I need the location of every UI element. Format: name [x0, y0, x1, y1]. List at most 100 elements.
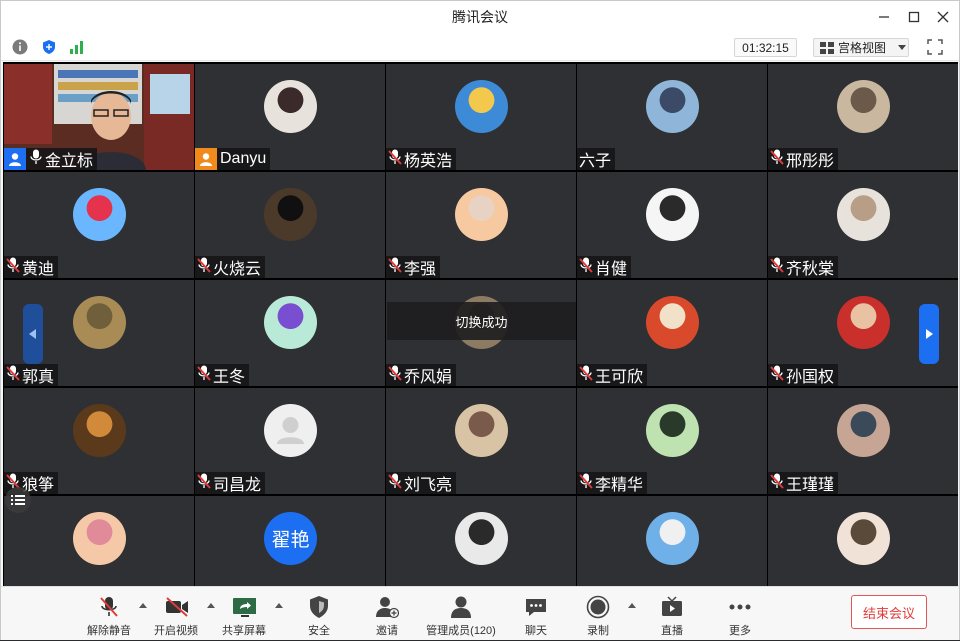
participant-tile[interactable]: 王瑾瑾	[768, 388, 958, 494]
next-page-button[interactable]	[919, 304, 939, 364]
participant-avatar	[837, 404, 890, 457]
participant-tile[interactable]: 王冬	[195, 280, 385, 386]
unmute-label: 解除静音	[87, 625, 131, 637]
participant-name-tag: 肖健	[577, 256, 632, 278]
participant-tile[interactable]	[768, 496, 958, 586]
participant-tile[interactable]: 李精华	[577, 388, 767, 494]
meeting-timer: 01:32:15	[734, 38, 797, 57]
window-title: 腾讯会议	[452, 9, 508, 25]
unmute-button[interactable]: 解除静音	[85, 587, 133, 641]
participant-name-tag: Danyu	[195, 148, 271, 170]
participant-tile[interactable]: 金立标	[4, 64, 194, 170]
cohost-badge-icon	[195, 148, 217, 170]
participant-avatar	[837, 512, 890, 565]
participant-avatar	[264, 296, 317, 349]
signal-strength-icon[interactable]	[69, 39, 85, 55]
manage-members-button[interactable]: 管理成员(120)	[423, 587, 499, 641]
participant-tile[interactable]: 火烧云	[195, 172, 385, 278]
participant-name: 六子	[579, 153, 612, 170]
participant-tile[interactable]: 狼筝	[4, 388, 194, 494]
host-badge-icon	[4, 148, 26, 170]
participant-name-tag: 六子	[577, 148, 616, 170]
minimize-button[interactable]	[867, 1, 901, 33]
title-bar: 腾讯会议	[1, 1, 959, 33]
toast-message: 切换成功	[387, 302, 576, 340]
record-options-caret[interactable]	[628, 603, 636, 608]
members-icon	[451, 596, 471, 618]
mic-muted-icon	[388, 473, 404, 494]
participant-name: 司昌龙	[213, 477, 262, 494]
invite-button[interactable]: 邀请	[369, 587, 405, 641]
record-button[interactable]: 录制	[580, 587, 616, 641]
mic-muted-icon	[6, 257, 22, 278]
participant-avatar	[73, 512, 126, 565]
participant-name-tag: 郭真	[4, 364, 59, 386]
share-screen-label: 共享屏幕	[222, 625, 266, 637]
end-meeting-button[interactable]: 结束会议	[851, 595, 927, 629]
participant-tile[interactable]: 肖健	[577, 172, 767, 278]
participant-tile[interactable]: 杨英浩	[386, 64, 576, 170]
participant-name-tag: 金立标	[4, 148, 98, 170]
more-label: 更多	[729, 625, 751, 637]
participant-tile[interactable]: 王可欣	[577, 280, 767, 386]
default-user-icon	[277, 417, 304, 444]
more-dots-icon	[729, 604, 751, 610]
chat-button[interactable]: 聊天	[518, 587, 554, 641]
security-button[interactable]: 安全	[301, 587, 337, 641]
chevron-down-icon	[898, 44, 907, 50]
mic-muted-icon	[770, 365, 786, 386]
participant-name-tag: 李精华	[577, 472, 648, 494]
participant-name-tag: 李强	[386, 256, 441, 278]
participant-tile[interactable]: 李强	[386, 172, 576, 278]
participant-tile[interactable]: 邢彤彤	[768, 64, 958, 170]
participant-tile[interactable]: 司昌龙	[195, 388, 385, 494]
participant-name: 郭真	[22, 369, 55, 386]
participant-name-tag: 邢彤彤	[768, 148, 839, 170]
participant-list-toggle[interactable]	[5, 487, 31, 513]
participant-name-tag: 杨英浩	[386, 148, 457, 170]
info-icon[interactable]	[12, 39, 28, 55]
live-tv-icon	[662, 596, 682, 616]
participant-avatar	[646, 296, 699, 349]
participant-tile[interactable]: 六子	[577, 64, 767, 170]
live-stream-label: 直播	[661, 625, 683, 637]
audio-options-caret[interactable]	[139, 603, 147, 608]
participant-avatar	[837, 80, 890, 133]
fullscreen-button[interactable]	[927, 39, 943, 55]
list-icon	[11, 495, 25, 505]
start-video-button[interactable]: 开启视频	[152, 587, 200, 641]
participant-tile[interactable]: 翟艳	[195, 496, 385, 586]
share-options-caret[interactable]	[275, 603, 283, 608]
participant-avatar	[837, 296, 890, 349]
participant-avatar	[646, 404, 699, 457]
prev-page-button[interactable]	[23, 304, 43, 364]
participant-tile[interactable]: Danyu	[195, 64, 385, 170]
mic-muted-icon	[579, 473, 595, 494]
invite-label: 邀请	[376, 625, 398, 637]
chat-label: 聊天	[525, 625, 547, 637]
close-icon	[937, 11, 949, 23]
more-button[interactable]: 更多	[722, 587, 758, 641]
mic-muted-icon	[6, 365, 22, 386]
participant-tile[interactable]	[4, 496, 194, 586]
share-screen-button[interactable]: 共享屏幕	[220, 587, 268, 641]
participant-tile[interactable]: 黄迪	[4, 172, 194, 278]
participant-tile[interactable]: 齐秋棠	[768, 172, 958, 278]
participant-name: 王瑾瑾	[786, 477, 835, 494]
view-mode-select[interactable]: 宫格视图	[813, 38, 909, 57]
participant-name-tag: 王冬	[195, 364, 250, 386]
mic-muted-icon	[388, 257, 404, 278]
mic-muted-icon	[770, 149, 786, 170]
video-options-caret[interactable]	[207, 603, 215, 608]
live-stream-button[interactable]: 直播	[654, 587, 690, 641]
security-shield-icon	[310, 596, 328, 618]
mic-muted-icon	[579, 365, 595, 386]
participant-name: 肖健	[595, 261, 628, 278]
participant-tile[interactable]: 刘飞亮	[386, 388, 576, 494]
participant-name-tag: 孙国权	[768, 364, 839, 386]
close-button[interactable]	[926, 1, 960, 33]
participant-tile[interactable]	[577, 496, 767, 586]
chevron-left-icon	[29, 329, 36, 339]
shield-icon[interactable]	[41, 39, 57, 55]
participant-tile[interactable]	[386, 496, 576, 586]
